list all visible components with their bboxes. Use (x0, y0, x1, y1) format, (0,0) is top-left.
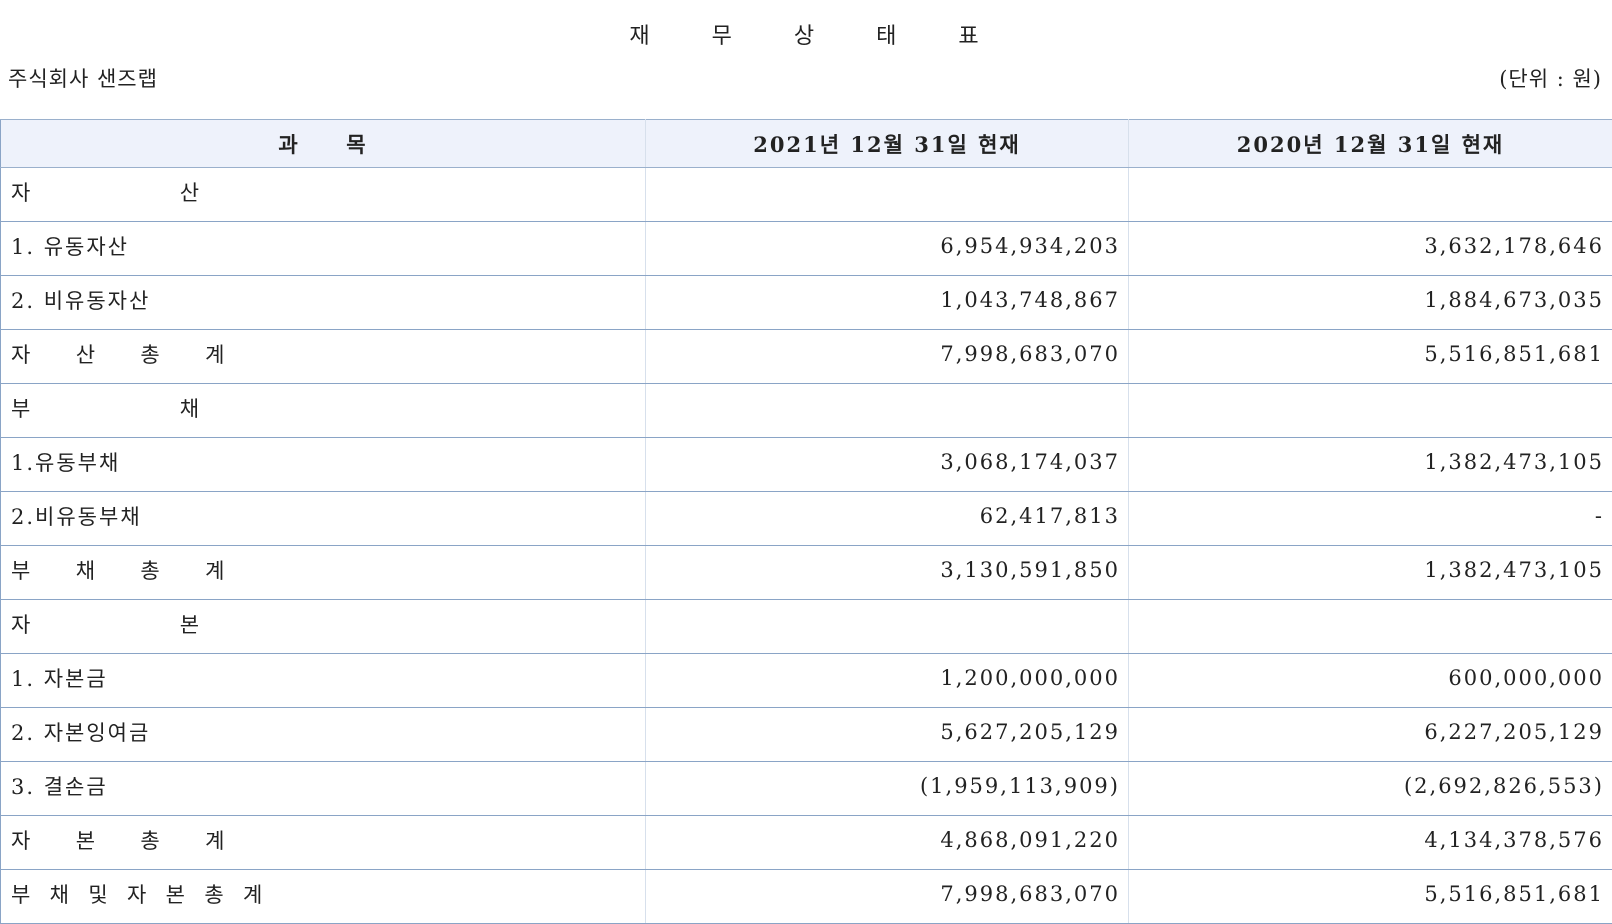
balance-sheet-table: 과 목 2021년 12월 31일 현재 2020년 12월 31일 현재 자 … (0, 119, 1612, 924)
value-2020: 1,382,473,105 (1129, 546, 1612, 600)
value-2021: 6,954,934,203 (646, 222, 1129, 276)
table-row: 부 채 및 자 본 총 계7,998,683,0705,516,851,681 (1, 870, 1612, 924)
table-row: 2. 비유동자산1,043,748,8671,884,673,035 (1, 276, 1612, 330)
table-row: 2. 자본잉여금5,627,205,1296,227,205,129 (1, 708, 1612, 762)
value-2021: 1,200,000,000 (646, 654, 1129, 708)
value-2021: 7,998,683,070 (646, 330, 1129, 384)
table-row: 2.비유동부채62,417,813- (1, 492, 1612, 546)
row-label: 2. 자본잉여금 (1, 708, 646, 762)
value-2021 (646, 168, 1129, 222)
table-row: 3. 결손금(1,959,113,909)(2,692,826,553) (1, 762, 1612, 816)
value-2021: (1,959,113,909) (646, 762, 1129, 816)
column-header-2021: 2021년 12월 31일 현재 (646, 120, 1129, 168)
value-2020: - (1129, 492, 1612, 546)
value-2021: 5,627,205,129 (646, 708, 1129, 762)
value-2021: 4,868,091,220 (646, 816, 1129, 870)
table-row: 1. 자본금1,200,000,000600,000,000 (1, 654, 1612, 708)
unit-label: (단위 : 원) (1499, 63, 1602, 93)
table-row: 자 본 총 계4,868,091,2204,134,378,576 (1, 816, 1612, 870)
table-header-row: 과 목 2021년 12월 31일 현재 2020년 12월 31일 현재 (1, 120, 1612, 168)
row-label: 부 채 (1, 384, 646, 438)
value-2020 (1129, 600, 1612, 654)
column-header-2020: 2020년 12월 31일 현재 (1129, 120, 1612, 168)
row-label: 3. 결손금 (1, 762, 646, 816)
value-2020: (2,692,826,553) (1129, 762, 1612, 816)
row-label: 2.비유동부채 (1, 492, 646, 546)
row-label: 자 산 총 계 (1, 330, 646, 384)
row-label: 2. 비유동자산 (1, 276, 646, 330)
value-2021: 1,043,748,867 (646, 276, 1129, 330)
value-2020: 4,134,378,576 (1129, 816, 1612, 870)
table-row: 자 산 총 계7,998,683,0705,516,851,681 (1, 330, 1612, 384)
row-label: 자 산 (1, 168, 646, 222)
value-2021: 3,130,591,850 (646, 546, 1129, 600)
value-2020 (1129, 384, 1612, 438)
value-2021: 62,417,813 (646, 492, 1129, 546)
value-2020: 3,632,178,646 (1129, 222, 1612, 276)
table-row: 부 채 총 계3,130,591,8501,382,473,105 (1, 546, 1612, 600)
row-label: 자 본 (1, 600, 646, 654)
value-2021: 3,068,174,037 (646, 438, 1129, 492)
value-2020: 600,000,000 (1129, 654, 1612, 708)
value-2020 (1129, 168, 1612, 222)
value-2020: 6,227,205,129 (1129, 708, 1612, 762)
value-2020: 1,884,673,035 (1129, 276, 1612, 330)
row-label: 자 본 총 계 (1, 816, 646, 870)
row-label: 부 채 총 계 (1, 546, 646, 600)
row-label: 부 채 및 자 본 총 계 (1, 870, 646, 924)
company-name: 주식회사 샌즈랩 (8, 63, 158, 93)
row-label: 1. 유동자산 (1, 222, 646, 276)
column-header-account: 과 목 (1, 120, 646, 168)
table-row: 1. 유동자산6,954,934,2033,632,178,646 (1, 222, 1612, 276)
value-2020: 5,516,851,681 (1129, 870, 1612, 924)
table-row: 1.유동부채3,068,174,0371,382,473,105 (1, 438, 1612, 492)
table-row: 자 산 (1, 168, 1612, 222)
table-row: 자 본 (1, 600, 1612, 654)
row-label: 1.유동부채 (1, 438, 646, 492)
document-title: 재 무 상 태 표 (0, 18, 1612, 50)
table-row: 부 채 (1, 384, 1612, 438)
value-2020: 1,382,473,105 (1129, 438, 1612, 492)
row-label: 1. 자본금 (1, 654, 646, 708)
value-2021 (646, 384, 1129, 438)
value-2021: 7,998,683,070 (646, 870, 1129, 924)
value-2020: 5,516,851,681 (1129, 330, 1612, 384)
value-2021 (646, 600, 1129, 654)
